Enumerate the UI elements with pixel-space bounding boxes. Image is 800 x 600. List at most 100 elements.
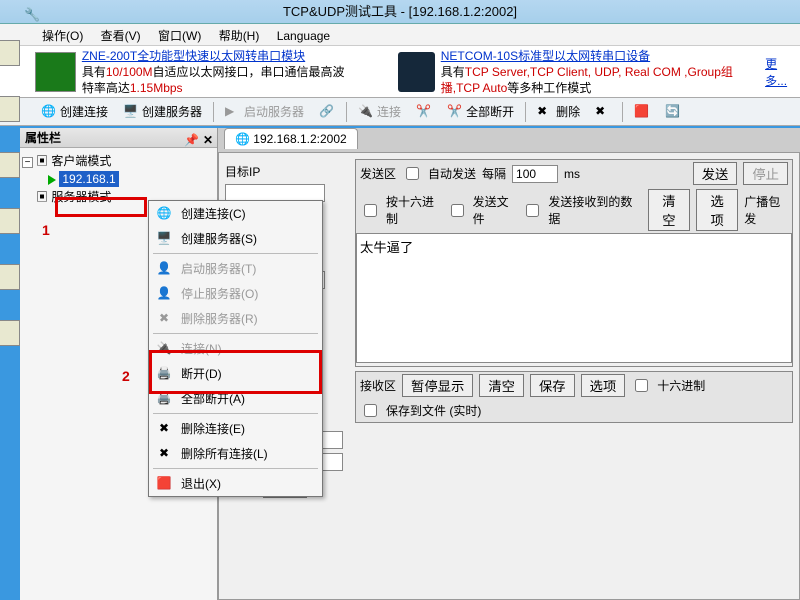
product-image-1	[35, 52, 76, 92]
ctx-start-server: 👤启动服务器(T)	[149, 256, 322, 281]
menubar: 操作(O) 查看(V) 窗口(W) 帮助(H) Language	[0, 24, 800, 46]
link-icon: 🔗	[319, 104, 335, 120]
tab-connection[interactable]: 🌐 192.168.1.2:2002	[224, 128, 358, 149]
annotation-2: 2	[122, 368, 130, 384]
ctx-disconnect[interactable]: 🖨️断开(D)	[149, 361, 322, 386]
hex-send-label: 按十六进制	[386, 193, 441, 227]
ctx-disconnect-all[interactable]: 🖨️全部断开(A)	[149, 386, 322, 411]
recv-area-label: 接收区	[360, 377, 396, 394]
ctx-connect: 🔌连接(N)	[149, 336, 322, 361]
send-options-button[interactable]: 选项	[696, 189, 738, 231]
promo-link-1[interactable]: ZNE-200T全功能型快速以太网转串口模块	[82, 49, 305, 63]
pause-display-button[interactable]: 暂停显示	[402, 374, 473, 397]
clear-recv-button[interactable]: 清空	[479, 374, 524, 397]
stop-button[interactable]: 停止	[743, 162, 788, 185]
recv-options-button[interactable]: 选项	[581, 374, 626, 397]
disconnect-icon: 🖨️	[155, 366, 173, 382]
document-tabs: 🌐 192.168.1.2:2002	[218, 128, 800, 152]
tree-selected-ip: 192.168.1	[59, 171, 118, 187]
save-file-checkbox[interactable]	[364, 404, 377, 417]
disconnect-all-icon: ✂️	[447, 104, 463, 120]
ctx-stop-server: 👤停止服务器(O)	[149, 281, 322, 306]
hex-recv-checkbox[interactable]	[635, 379, 648, 392]
server-icon: 🖥️	[123, 104, 139, 120]
tb-refresh[interactable]: 🔄	[659, 101, 687, 123]
tb-disc[interactable]: ✂️	[410, 101, 438, 123]
exit-icon: 🟥	[155, 476, 173, 492]
ctx-delete-conn[interactable]: ✖删除连接(E)	[149, 416, 322, 441]
menu-op[interactable]: 操作(O)	[35, 24, 90, 47]
tree-client-mode[interactable]: −▣ 客户端模式	[22, 152, 215, 170]
ctx-exit[interactable]: 🟥退出(X)	[149, 471, 322, 496]
properties-header: 属性栏 📌 ✕	[20, 128, 217, 148]
stop-server-icon: 👤	[155, 286, 173, 302]
close-icon[interactable]: ✕	[203, 130, 213, 150]
menu-help[interactable]: 帮助(H)	[212, 24, 267, 47]
disconnect-icon: ✂️	[416, 104, 432, 120]
connect-icon: 🔌	[155, 341, 173, 357]
tree-ip-node[interactable]: 192.168.1	[22, 170, 215, 188]
desktop-icons	[0, 24, 20, 600]
delete-icon: ✖	[537, 104, 553, 120]
delete-conn-icon: ✖	[155, 421, 173, 437]
ctx-delete-all-conn[interactable]: ✖删除所有连接(L)	[149, 441, 322, 466]
tb-disconnect-all[interactable]: ✂️全部断开	[441, 100, 520, 123]
broadcast-label: 广播包发	[744, 193, 788, 227]
ctx-create-server[interactable]: 🖥️创建服务器(S)	[149, 226, 322, 251]
menu-view[interactable]: 查看(V)	[94, 24, 148, 47]
context-menu: 🌐创建连接(C) 🖥️创建服务器(S) 👤启动服务器(T) 👤停止服务器(O) …	[148, 200, 323, 497]
tb-stop[interactable]: 🟥	[628, 101, 656, 123]
promo-banner: ZNE-200T全功能型快速以太网转串口模块 具有10/100M自适应以太网接口…	[0, 46, 800, 98]
send-textarea[interactable]: 太牛逼了	[356, 233, 792, 363]
delete-icon-2: ✖	[595, 104, 611, 120]
ms-label-2: ms	[564, 167, 580, 181]
ctx-create-conn[interactable]: 🌐创建连接(C)	[149, 201, 322, 226]
disconnect-all-icon: 🖨️	[155, 391, 173, 407]
every-label: 每隔	[482, 165, 506, 182]
send-file-label: 发送文件	[473, 193, 517, 227]
stop-icon: 🟥	[634, 104, 650, 120]
send-area-label: 发送区	[360, 165, 396, 182]
server-icon: 🖥️	[155, 231, 173, 247]
annotation-1: 1	[42, 222, 50, 238]
delete-server-icon: ✖	[155, 311, 173, 327]
echo-label: 发送接收到的数据	[548, 193, 635, 227]
echo-checkbox[interactable]	[526, 204, 539, 217]
autosend-label: 自动发送	[428, 165, 476, 182]
autosend-checkbox[interactable]	[406, 167, 419, 180]
titlebar: 🔧 TCP&UDP测试工具 - [192.168.1.2:2002]	[0, 0, 800, 24]
ctx-delete-server: ✖删除服务器(R)	[149, 306, 322, 331]
menu-window[interactable]: 窗口(W)	[151, 24, 208, 47]
pin-icon[interactable]: 📌	[184, 130, 199, 150]
product-image-2	[398, 52, 435, 92]
globe-icon: 🌐	[41, 104, 57, 120]
refresh-icon: 🔄	[665, 104, 681, 120]
connect-icon: 🔌	[358, 104, 374, 120]
window-title: TCP&UDP测试工具 - [192.168.1.2:2002]	[283, 4, 517, 19]
start-icon: ▶	[225, 104, 241, 120]
hex-recv-label: 十六进制	[657, 377, 705, 394]
tb-unknown1[interactable]: 🔗	[313, 101, 341, 123]
save-button[interactable]: 保存	[530, 374, 575, 397]
tb-create-conn[interactable]: 🌐创建连接	[35, 100, 114, 123]
more-link[interactable]: 更多...	[765, 57, 787, 88]
send-file-checkbox[interactable]	[451, 204, 464, 217]
delete-all-icon: ✖	[155, 446, 173, 462]
save-file-label: 保存到文件 (实时)	[386, 402, 481, 419]
interval-ms-input[interactable]	[512, 165, 558, 183]
tb-connect[interactable]: 🔌连接	[352, 100, 407, 123]
globe-icon: 🌐	[155, 206, 173, 222]
clear-send-button[interactable]: 清空	[648, 189, 690, 231]
play-icon	[48, 175, 56, 185]
toolbar: 🌐创建连接 🖥️创建服务器 ▶启动服务器 🔗 🔌连接 ✂️ ✂️全部断开 ✖删除…	[0, 98, 800, 126]
target-ip-label: 目标IP	[225, 163, 279, 180]
tb-start-server[interactable]: ▶启动服务器	[219, 100, 310, 123]
tb-del2[interactable]: ✖	[589, 101, 617, 123]
promo-link-2[interactable]: NETCOM-10S标准型以太网转串口设备	[441, 49, 650, 63]
app-icon: 🔧	[24, 3, 40, 19]
tb-create-server[interactable]: 🖥️创建服务器	[117, 100, 208, 123]
send-button[interactable]: 发送	[693, 162, 738, 185]
menu-language[interactable]: Language	[270, 26, 337, 46]
hex-send-checkbox[interactable]	[364, 204, 377, 217]
tb-delete[interactable]: ✖删除	[531, 100, 586, 123]
